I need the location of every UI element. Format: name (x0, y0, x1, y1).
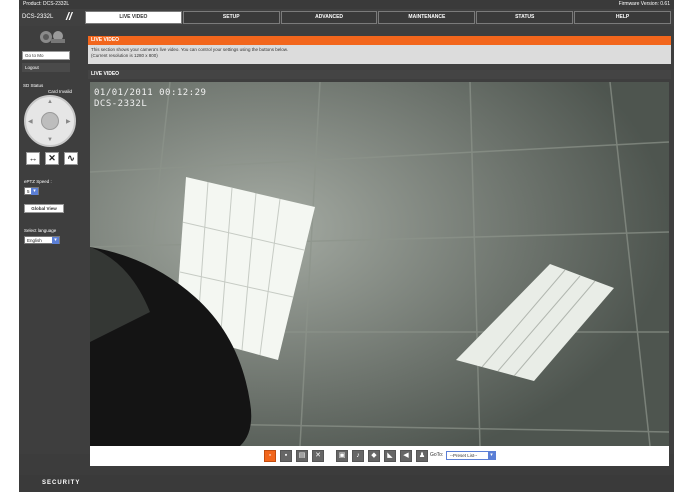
live-video-header: LIVE VIDEO (88, 70, 671, 79)
tab-status[interactable]: STATUS (476, 11, 574, 24)
camera-logo-icon (40, 31, 65, 43)
global-view-button[interactable]: Global View (24, 204, 64, 213)
stop-icon[interactable]: ✕ (45, 152, 59, 165)
info-line-2: (Current resolution is 1280 x 800) (91, 53, 158, 58)
firmware-version: Firmware Version: 0.61 (618, 1, 670, 7)
top-bar: Product: DCS-2332L Firmware Version: 0.6… (19, 0, 674, 9)
video-control-bar: ▫ ▪ ▤ ✕ ▣ ♪ ◆ ◣ ◀ ♟ GoTo: --Preset List-… (90, 446, 669, 466)
video-frame-image (90, 82, 669, 446)
chevron-down-icon: ▾ (488, 452, 495, 459)
tab-maintenance[interactable]: MAINTENANCE (378, 11, 476, 24)
left-panel: Go to Mo Logout SD Status Card Invalid ▲… (19, 26, 85, 454)
app-frame: Product: DCS-2332L Firmware Version: 0.6… (19, 0, 674, 492)
ptz-control-pad[interactable]: ▲ ▼ ◀ ▶ (24, 95, 76, 147)
logout-button[interactable]: Logout (22, 63, 70, 72)
header-row: DCS-2332L // LIVE VIDEO SETUP ADVANCED M… (19, 9, 674, 26)
language-value: English (27, 238, 42, 243)
sd-card-status: Card Invalid (48, 89, 73, 94)
section-title: LIVE VIDEO (88, 36, 671, 45)
pan-left-icon[interactable]: ◀ (28, 118, 33, 125)
auto-patrol-icon[interactable]: ∿ (64, 152, 78, 165)
fullscreen-icon[interactable]: ✕ (312, 450, 324, 462)
horizontal-patrol-icon[interactable]: ↔ (26, 152, 40, 165)
user-button[interactable]: Go to Mo (22, 51, 70, 60)
tab-setup[interactable]: SETUP (182, 11, 280, 24)
tab-live-video[interactable]: LIVE VIDEO (85, 11, 182, 24)
product-label: Product: DCS-2332L (23, 1, 70, 7)
info-box: This section shows your camera's live vi… (88, 45, 671, 64)
footer-bar: SECURITY (19, 475, 674, 492)
listen-icon[interactable]: ♪ (352, 450, 364, 462)
eptz-speed-label: ePTZ Speed : (24, 179, 52, 184)
audio-icon[interactable]: ◣ (384, 450, 396, 462)
main-content: LIVE VIDEO This section shows your camer… (85, 26, 674, 466)
tab-help[interactable]: HELP (574, 11, 671, 24)
brand-slashes: // (66, 11, 73, 23)
model-name: DCS-2332L (22, 14, 54, 20)
live-video-feed[interactable]: 01/01/2011 00:12:29 DCS-2332L (90, 82, 669, 446)
goto-label: GoTo: (430, 452, 444, 458)
pan-up-icon[interactable]: ▲ (47, 99, 53, 105)
preset-select[interactable]: --Preset List-- ▾ (446, 451, 496, 460)
language-label: Select language (24, 228, 57, 233)
tab-advanced[interactable]: ADVANCED (280, 11, 378, 24)
mic-icon[interactable]: ♟ (416, 450, 428, 462)
pan-right-icon[interactable]: ▶ (66, 118, 71, 125)
pan-down-icon[interactable]: ▼ (47, 137, 53, 143)
osd-camera-name: DCS-2332L (94, 99, 148, 109)
preset-value: --Preset List-- (450, 453, 478, 458)
footer-label: SECURITY (42, 480, 81, 486)
record-icon[interactable]: ▪ (280, 450, 292, 462)
talk-icon[interactable]: ◆ (368, 450, 380, 462)
volume-icon[interactable]: ◀ (400, 450, 412, 462)
sd-status-label: SD Status (23, 83, 44, 88)
storage-icon[interactable]: ▤ (296, 450, 308, 462)
chevron-down-icon: ▾ (31, 188, 38, 195)
chevron-down-icon: ▾ (52, 237, 59, 244)
osd-datetime: 01/01/2011 00:12:29 (94, 88, 207, 98)
eptz-speed-value: 5 (27, 189, 30, 194)
eptz-speed-select[interactable]: 5 ▾ (24, 187, 39, 195)
main-tabs: LIVE VIDEO SETUP ADVANCED MAINTENANCE ST… (85, 11, 672, 24)
language-select[interactable]: English ▾ (24, 236, 60, 244)
digital-zoom-icon[interactable]: ▣ (336, 450, 348, 462)
snapshot-icon[interactable]: ▫ (264, 450, 276, 462)
ptz-home-button[interactable] (41, 112, 59, 130)
